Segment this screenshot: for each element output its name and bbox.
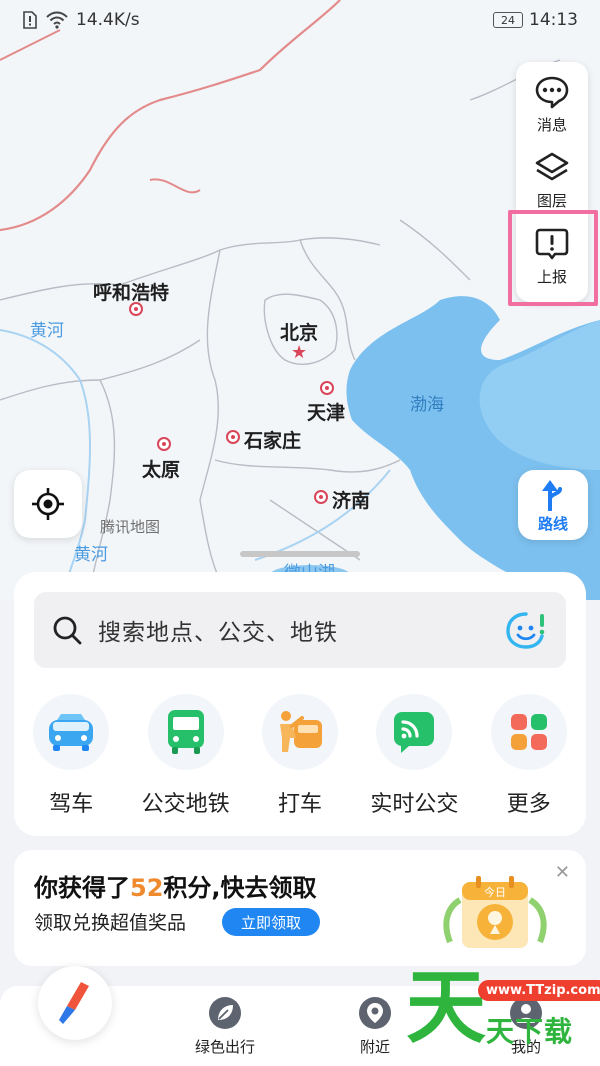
realtime-bus-icon bbox=[394, 712, 435, 753]
city-marker-shijiazhuang[interactable] bbox=[226, 430, 240, 444]
site-watermark-logo: 天 www.TTzip.com 天下载 bbox=[400, 968, 600, 1066]
route-arrow-icon bbox=[542, 479, 562, 511]
sim-alert-icon bbox=[23, 11, 37, 29]
car-icon bbox=[49, 714, 94, 751]
watermark-text: 天下载 bbox=[486, 1015, 574, 1048]
quick-action-label: 驾车 bbox=[49, 792, 94, 817]
promo-points: 52 bbox=[130, 874, 164, 902]
locate-button[interactable] bbox=[14, 470, 82, 538]
sheet-drag-handle[interactable] bbox=[240, 551, 360, 557]
nav-label: 绿色出行 bbox=[194, 1038, 255, 1056]
network-speed: 14.4K/s bbox=[76, 10, 140, 30]
clock: 14:13 bbox=[529, 10, 578, 30]
points-promo-card[interactable]: 你获得了52积分,快去领取 领取兑换超值奖品 立即领取 ✕ 今日 bbox=[14, 850, 586, 966]
crosshair-locate-icon bbox=[32, 488, 64, 520]
map-watermark: 腾讯地图 bbox=[100, 518, 161, 536]
messages-button[interactable]: 消息 bbox=[516, 68, 588, 140]
river-label: 黄河 bbox=[30, 321, 64, 341]
compass-icon bbox=[59, 982, 89, 1024]
watermark-url: www.TTzip.com bbox=[478, 980, 600, 1001]
messages-label: 消息 bbox=[536, 115, 567, 134]
promo-title: 你获得了52积分,快去领取 bbox=[34, 874, 317, 902]
report-highlight-frame bbox=[508, 210, 598, 306]
city-label-tianjin[interactable]: 天津 bbox=[307, 398, 345, 425]
city-marker-taiyuan[interactable] bbox=[157, 437, 171, 451]
river-label: 黄河 bbox=[74, 545, 108, 565]
leaf-icon bbox=[209, 997, 241, 1029]
quick-action-realtime-bus[interactable]: 实时公交 bbox=[357, 694, 471, 818]
promo-subtitle: 领取兑换超值奖品 bbox=[34, 912, 187, 934]
nav-map-home-button[interactable] bbox=[38, 966, 112, 1040]
quick-action-label: 打车 bbox=[277, 792, 322, 817]
quick-action-drive[interactable]: 驾车 bbox=[14, 694, 128, 818]
wifi-icon bbox=[46, 11, 68, 29]
layers-button[interactable]: 图层 bbox=[516, 144, 588, 216]
city-label-jinan[interactable]: 济南 bbox=[332, 486, 370, 513]
quick-action-more[interactable]: 更多 bbox=[472, 694, 586, 818]
sea-label: 渤海 bbox=[410, 395, 444, 415]
bus-icon bbox=[167, 710, 204, 754]
location-pin-icon bbox=[359, 997, 391, 1029]
status-bar: 14.4K/s 24 14:13 bbox=[0, 0, 600, 40]
nav-label: 附近 bbox=[359, 1038, 390, 1056]
layers-label: 图层 bbox=[536, 191, 567, 210]
capital-star-icon: ★ bbox=[291, 342, 308, 363]
more-grid-icon bbox=[510, 714, 547, 750]
calendar-reward-icon: 今日 bbox=[443, 876, 547, 948]
message-bubble-icon bbox=[535, 76, 569, 108]
quick-action-taxi[interactable]: 打车 bbox=[243, 694, 357, 818]
taxi-icon bbox=[279, 711, 322, 752]
promo-badge: 今日 bbox=[484, 885, 506, 899]
quick-action-label: 更多 bbox=[506, 792, 551, 817]
claim-now-button[interactable]: 立即领取 bbox=[222, 908, 320, 936]
city-label-taiyuan[interactable]: 太原 bbox=[142, 455, 180, 482]
search-bar[interactable]: 搜索地点、公交、地铁 bbox=[34, 592, 566, 668]
search-icon bbox=[53, 616, 82, 645]
route-label: 路线 bbox=[537, 514, 568, 533]
quick-actions: 驾车 公交地铁 打车 实时公交 更多 bbox=[14, 694, 586, 818]
route-button[interactable]: 路线 bbox=[518, 470, 588, 540]
city-label-huhehaote[interactable]: 呼和浩特 bbox=[93, 278, 169, 305]
layers-icon bbox=[535, 152, 569, 180]
quick-action-transit[interactable]: 公交地铁 bbox=[128, 694, 242, 818]
city-marker-tianjin[interactable] bbox=[320, 381, 334, 395]
nav-green-travel[interactable]: 绿色出行 bbox=[175, 996, 275, 1057]
city-label-shijiazhuang[interactable]: 石家庄 bbox=[244, 426, 301, 453]
voice-assistant-icon[interactable] bbox=[504, 610, 548, 650]
search-placeholder: 搜索地点、公交、地铁 bbox=[98, 620, 338, 646]
watermark-big-char: 天 bbox=[406, 961, 486, 1054]
quick-action-label: 公交地铁 bbox=[141, 792, 230, 817]
city-marker-jinan[interactable] bbox=[314, 490, 328, 504]
city-label-beijing[interactable]: 北京 bbox=[280, 318, 318, 345]
battery-icon: 24 bbox=[493, 12, 523, 28]
quick-action-label: 实时公交 bbox=[370, 792, 459, 817]
close-icon[interactable]: ✕ bbox=[555, 862, 570, 883]
home-bottom-sheet: 搜索地点、公交、地铁 驾车 公交地铁 打车 实时公交 更多 bbox=[14, 572, 586, 836]
